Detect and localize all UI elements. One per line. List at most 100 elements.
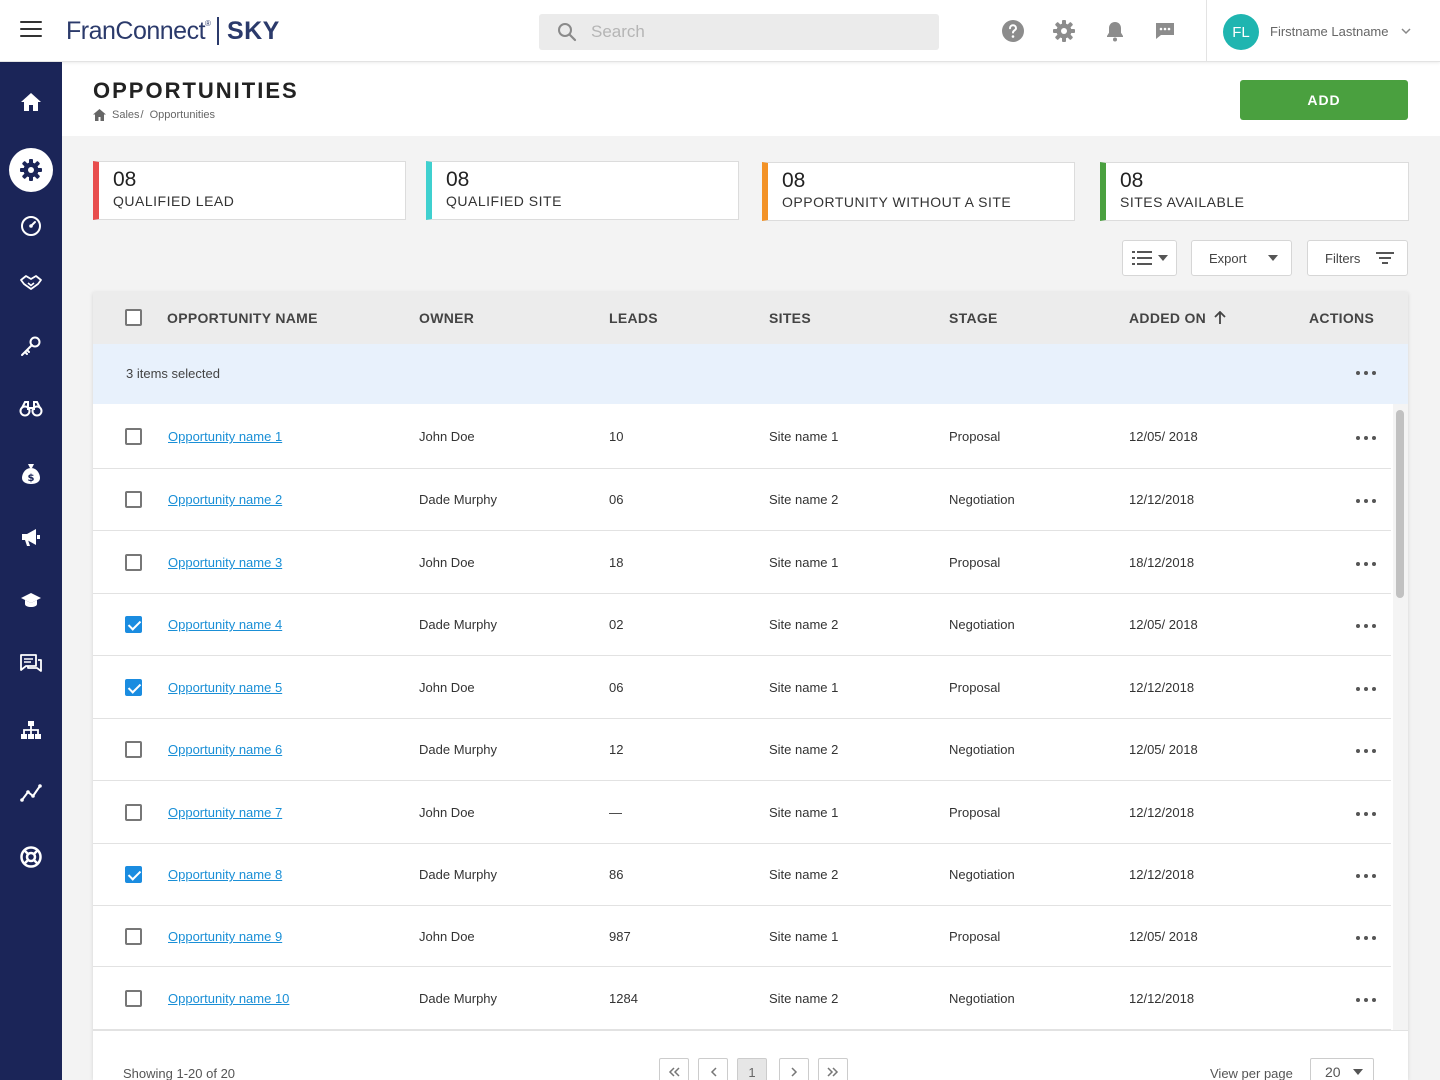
row-actions-menu-icon[interactable] — [1356, 872, 1376, 880]
sidebar-item-organization[interactable] — [9, 708, 53, 752]
row-actions-menu-icon[interactable] — [1356, 934, 1376, 942]
column-header-stage[interactable]: STAGE — [949, 310, 998, 326]
row-actions-menu-icon[interactable] — [1356, 810, 1376, 818]
sidebar-item-access[interactable] — [9, 324, 53, 368]
avatar[interactable]: FL — [1223, 14, 1259, 50]
opportunity-name-link[interactable]: Opportunity name 5 — [168, 680, 282, 695]
table-row[interactable]: Opportunity name 5 John Doe 06 Site name 1 P… — [93, 656, 1391, 719]
opportunity-name-link[interactable]: Opportunity name 3 — [168, 555, 282, 570]
filters-button[interactable]: Filters — [1307, 240, 1408, 276]
opportunity-name-link[interactable]: Opportunity name 2 — [168, 492, 282, 507]
last-page-button[interactable] — [818, 1058, 848, 1080]
add-button[interactable]: ADD — [1240, 80, 1408, 120]
site-cell: Site name 2 — [769, 492, 839, 507]
row-actions-menu-icon[interactable] — [1356, 996, 1376, 1004]
logo-product-text: SKY — [226, 16, 280, 45]
chevron-down-icon[interactable] — [1401, 27, 1411, 35]
sidebar-item-support[interactable] — [9, 835, 53, 879]
opportunity-name-link[interactable]: Opportunity name 4 — [168, 617, 282, 632]
table-scrollbar[interactable] — [1393, 404, 1408, 1030]
view-per-page-select[interactable]: 20 — [1310, 1058, 1374, 1080]
column-header-sites[interactable]: SITES — [769, 310, 811, 326]
row-actions-menu-icon[interactable] — [1356, 497, 1376, 505]
table-row[interactable]: Opportunity name 9 John Doe 987 Site name 1… — [93, 906, 1391, 967]
stat-card-qualified-lead[interactable]: 08 QUALIFIED LEAD — [93, 161, 406, 220]
sidebar-item-analytics[interactable] — [9, 771, 53, 815]
table-row[interactable]: Opportunity name 7 John Doe — Site name 1 Pr… — [93, 781, 1391, 844]
row-checkbox[interactable] — [125, 428, 142, 445]
sort-ascending-icon[interactable] — [1214, 310, 1226, 324]
view-toggle-button[interactable] — [1122, 240, 1177, 276]
owner-cell: John Doe — [419, 929, 475, 944]
row-checkbox[interactable] — [125, 554, 142, 571]
page-number-button[interactable]: 1 — [737, 1058, 767, 1080]
opportunity-name-link[interactable]: Opportunity name 7 — [168, 805, 282, 820]
select-all-checkbox[interactable] — [125, 309, 142, 326]
breadcrumb-separator: / — [140, 109, 144, 121]
sidebar-item-explore[interactable] — [9, 387, 53, 431]
opportunity-name-link[interactable]: Opportunity name 1 — [168, 429, 282, 444]
logo[interactable]: FranConnect ® SKY — [66, 15, 280, 47]
opportunity-name-link[interactable]: Opportunity name 10 — [168, 991, 289, 1006]
table-row[interactable]: Opportunity name 1 John Doe 10 Site name 1 P… — [93, 404, 1391, 469]
row-checkbox[interactable] — [125, 928, 142, 945]
row-actions-menu-icon[interactable] — [1356, 747, 1376, 755]
stat-card-sites-available[interactable]: 08 SITES AVAILABLE — [1100, 162, 1409, 221]
sidebar-item-home[interactable] — [9, 80, 53, 124]
table-row[interactable]: Opportunity name 10 Dade Murphy 1284 Site n… — [93, 967, 1391, 1030]
bell-icon[interactable] — [1103, 19, 1127, 43]
row-checkbox[interactable] — [125, 491, 142, 508]
row-actions-menu-icon[interactable] — [1356, 685, 1376, 693]
export-button[interactable]: Export — [1191, 240, 1292, 276]
help-icon[interactable] — [1001, 19, 1025, 43]
scrollbar-thumb[interactable] — [1396, 410, 1404, 598]
bulk-actions-menu-icon[interactable] — [1356, 369, 1376, 377]
column-header-opportunity-name[interactable]: OPPORTUNITY NAME — [167, 310, 318, 326]
table-row[interactable]: Opportunity name 4 Dade Murphy 02 Site name… — [93, 594, 1391, 656]
topbar-divider — [1206, 0, 1207, 62]
stat-value: 08 — [446, 168, 470, 191]
row-actions-menu-icon[interactable] — [1356, 622, 1376, 630]
sidebar-item-dashboard[interactable] — [9, 204, 53, 248]
row-checkbox[interactable] — [125, 990, 142, 1007]
column-header-owner[interactable]: OWNER — [419, 310, 474, 326]
opportunity-name-link[interactable]: Opportunity name 6 — [168, 742, 282, 757]
table-row[interactable]: Opportunity name 2 Dade Murphy 06 Site name… — [93, 469, 1391, 531]
row-checkbox[interactable] — [125, 741, 142, 758]
previous-page-button[interactable] — [698, 1058, 728, 1080]
table-row[interactable]: Opportunity name 6 Dade Murphy 12 Site name… — [93, 719, 1391, 781]
stage-cell: Negotiation — [949, 991, 1015, 1006]
column-header-actions: ACTIONS — [1309, 310, 1375, 326]
first-page-button[interactable] — [659, 1058, 689, 1080]
table-row[interactable]: Opportunity name 3 John Doe 18 Site name 1 P… — [93, 531, 1391, 594]
stat-card-opportunity-without-site[interactable]: 08 OPPORTUNITY WITHOUT A SITE — [762, 162, 1075, 221]
sidebar-item-messages[interactable] — [9, 642, 53, 686]
menu-icon[interactable] — [20, 21, 42, 39]
search-input[interactable] — [591, 22, 891, 42]
chat-icon[interactable] — [1153, 19, 1177, 43]
column-header-added-on[interactable]: ADDED ON — [1129, 310, 1226, 326]
user-name[interactable]: Firstname Lastname — [1270, 24, 1389, 39]
row-checkbox[interactable] — [125, 866, 142, 883]
sidebar-item-partners[interactable] — [9, 261, 53, 305]
row-checkbox[interactable] — [125, 804, 142, 821]
home-icon[interactable] — [93, 109, 106, 121]
row-actions-menu-icon[interactable] — [1356, 560, 1376, 568]
row-checkbox[interactable] — [125, 679, 142, 696]
column-header-leads[interactable]: LEADS — [609, 310, 658, 326]
row-checkbox[interactable] — [125, 616, 142, 633]
next-page-button[interactable] — [779, 1058, 809, 1080]
opportunity-name-link[interactable]: Opportunity name 8 — [168, 867, 282, 882]
sidebar-item-finance[interactable]: $ — [9, 452, 53, 496]
sidebar-item-training[interactable] — [9, 578, 53, 622]
table-row[interactable]: Opportunity name 8 Dade Murphy 86 Site name… — [93, 844, 1391, 906]
settings-icon[interactable] — [1052, 19, 1076, 43]
stage-cell: Proposal — [949, 555, 1001, 570]
search-bar — [539, 14, 939, 50]
opportunity-name-link[interactable]: Opportunity name 9 — [168, 929, 282, 944]
sidebar-item-settings[interactable] — [9, 148, 53, 192]
sidebar-item-marketing[interactable] — [9, 515, 53, 559]
breadcrumb-sales[interactable]: Sales — [112, 109, 140, 121]
row-actions-menu-icon[interactable] — [1356, 434, 1376, 442]
stat-card-qualified-site[interactable]: 08 QUALIFIED SITE — [426, 161, 739, 220]
